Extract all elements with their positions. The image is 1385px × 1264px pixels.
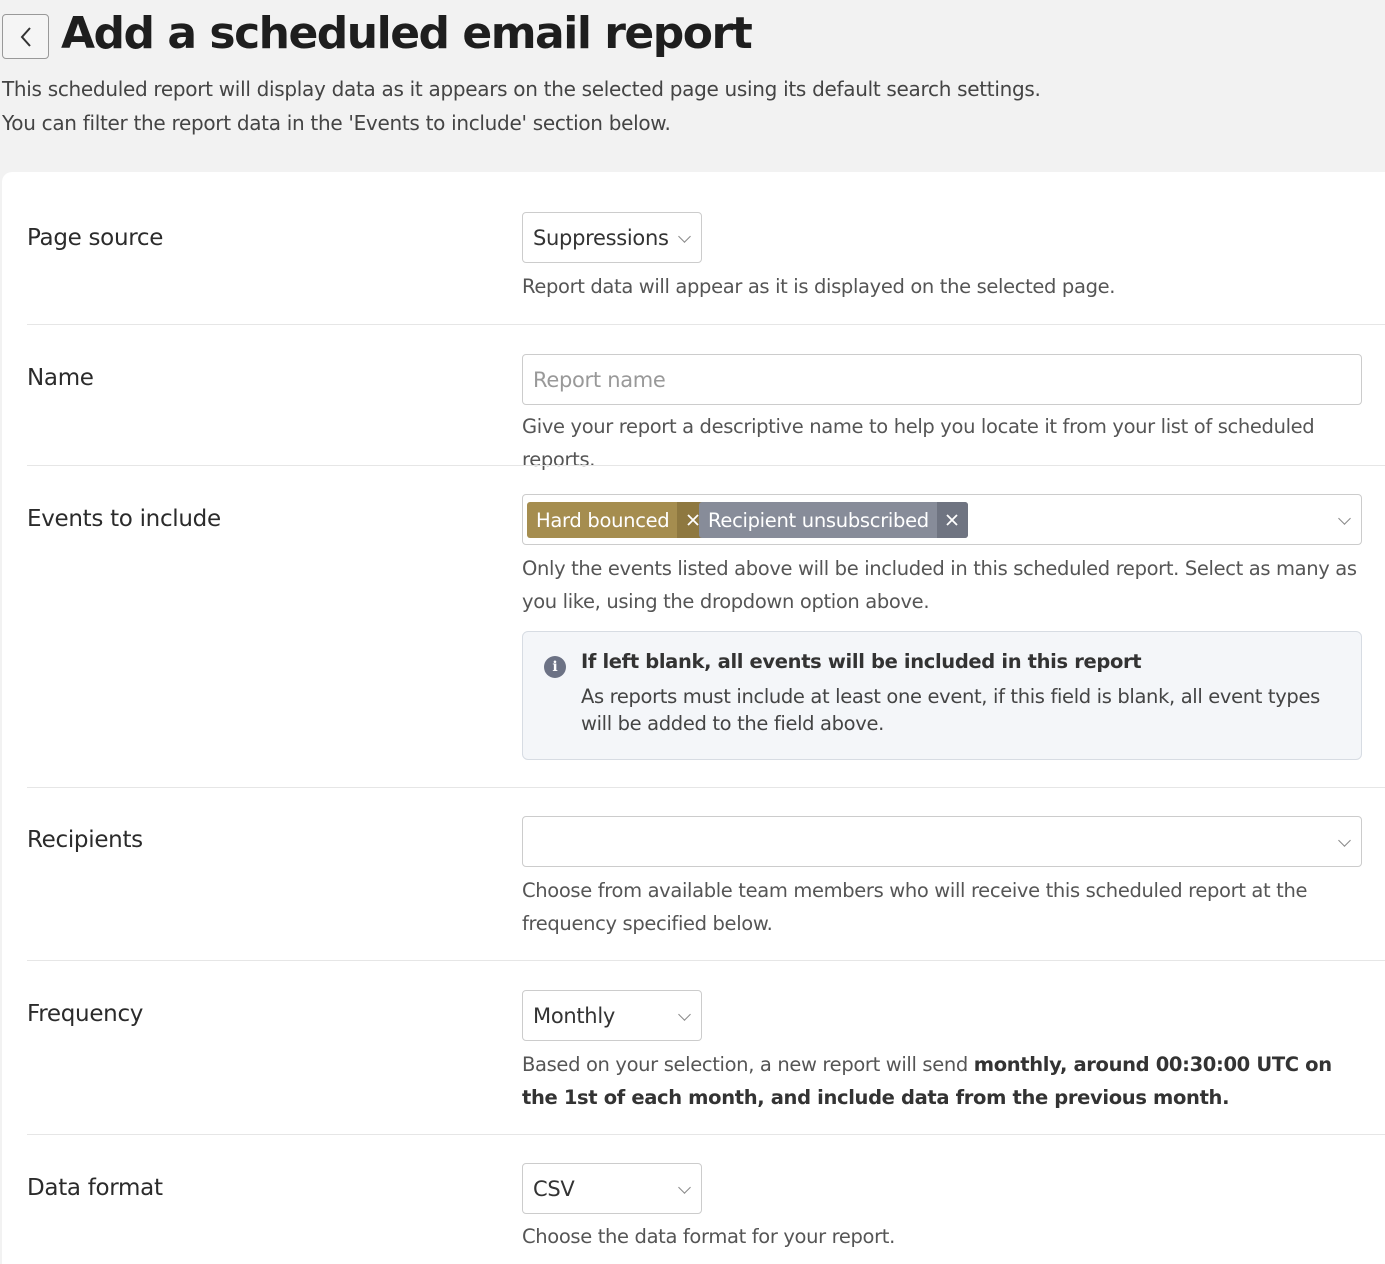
divider <box>27 324 1385 325</box>
page-source-value: Suppressions <box>533 225 669 250</box>
page-source-row: Page source Suppressions Report data wil… <box>27 212 1385 322</box>
back-button[interactable] <box>2 14 49 59</box>
close-icon <box>687 514 699 526</box>
events-multiselect[interactable]: Hard bounced Recipient unsubscribed <box>522 494 1362 545</box>
name-help: Give your report a descriptive name to h… <box>522 415 1315 471</box>
chevron-down-icon[interactable] <box>1338 512 1351 525</box>
events-label: Events to include <box>27 506 221 532</box>
name-label: Name <box>27 365 94 391</box>
name-input-box[interactable] <box>522 354 1362 405</box>
info-body: As reports must include at least one eve… <box>581 685 1320 735</box>
events-help: Only the events listed above will be inc… <box>522 557 1357 613</box>
divider <box>27 1134 1385 1135</box>
intro-line-1: This scheduled report will display data … <box>2 77 1041 101</box>
page-source-select[interactable]: Suppressions <box>522 212 702 263</box>
event-tag-hard-bounced: Hard bounced <box>527 502 709 538</box>
page-source-help: Report data will appear as it is display… <box>522 275 1116 298</box>
data-format-help: Choose the data format for your report. <box>522 1225 895 1248</box>
events-info-callout: i If left blank, all events will be incl… <box>522 631 1362 760</box>
recipients-row: Recipients Choose from available team me… <box>27 816 1385 956</box>
recipients-help: Choose from available team members who w… <box>522 879 1308 935</box>
intro-line-2: You can filter the report data in the 'E… <box>2 111 671 135</box>
page-description: This scheduled report will display data … <box>2 72 1041 140</box>
chevron-down-icon <box>678 230 691 243</box>
chevron-down-icon[interactable] <box>1338 834 1351 847</box>
divider <box>27 787 1385 788</box>
tag-label: Hard bounced <box>536 508 670 532</box>
tag-remove-button[interactable] <box>936 502 968 538</box>
page-source-label: Page source <box>27 225 164 251</box>
name-row: Name Give your report a descriptive name… <box>27 354 1385 471</box>
page-header: Add a scheduled email report This schedu… <box>0 0 1385 172</box>
chevron-left-icon <box>20 26 31 47</box>
frequency-value: Monthly <box>533 1003 615 1028</box>
tag-label: Recipient unsubscribed <box>708 508 929 532</box>
page-title: Add a scheduled email report <box>61 8 753 59</box>
form-card: Page source Suppressions Report data wil… <box>2 172 1385 1264</box>
frequency-select[interactable]: Monthly <box>522 990 702 1041</box>
close-icon <box>946 514 959 526</box>
chevron-down-icon <box>678 1181 691 1194</box>
frequency-row: Frequency Monthly Based on your selectio… <box>27 990 1385 1130</box>
frequency-help: Based on your selection, a new report wi… <box>522 1048 1372 1114</box>
info-icon: i <box>544 656 566 678</box>
info-title: If left blank, all events will be includ… <box>581 650 1142 673</box>
data-format-row: Data format CSV Choose the data format f… <box>27 1163 1385 1263</box>
events-row: Events to include Hard bounced Recipient… <box>27 494 1385 764</box>
chevron-down-icon <box>678 1008 691 1021</box>
event-tag-recipient-unsubscribed: Recipient unsubscribed <box>699 502 968 538</box>
data-format-label: Data format <box>27 1175 163 1201</box>
frequency-label: Frequency <box>27 1001 144 1027</box>
data-format-select[interactable]: CSV <box>522 1163 702 1214</box>
recipients-label: Recipients <box>27 827 143 853</box>
frequency-help-text: Based on your selection, a new report wi… <box>522 1053 974 1076</box>
name-input[interactable] <box>523 355 1361 404</box>
divider <box>27 465 1385 466</box>
recipients-multiselect[interactable] <box>522 816 1362 867</box>
divider <box>27 960 1385 961</box>
data-format-value: CSV <box>533 1176 575 1201</box>
